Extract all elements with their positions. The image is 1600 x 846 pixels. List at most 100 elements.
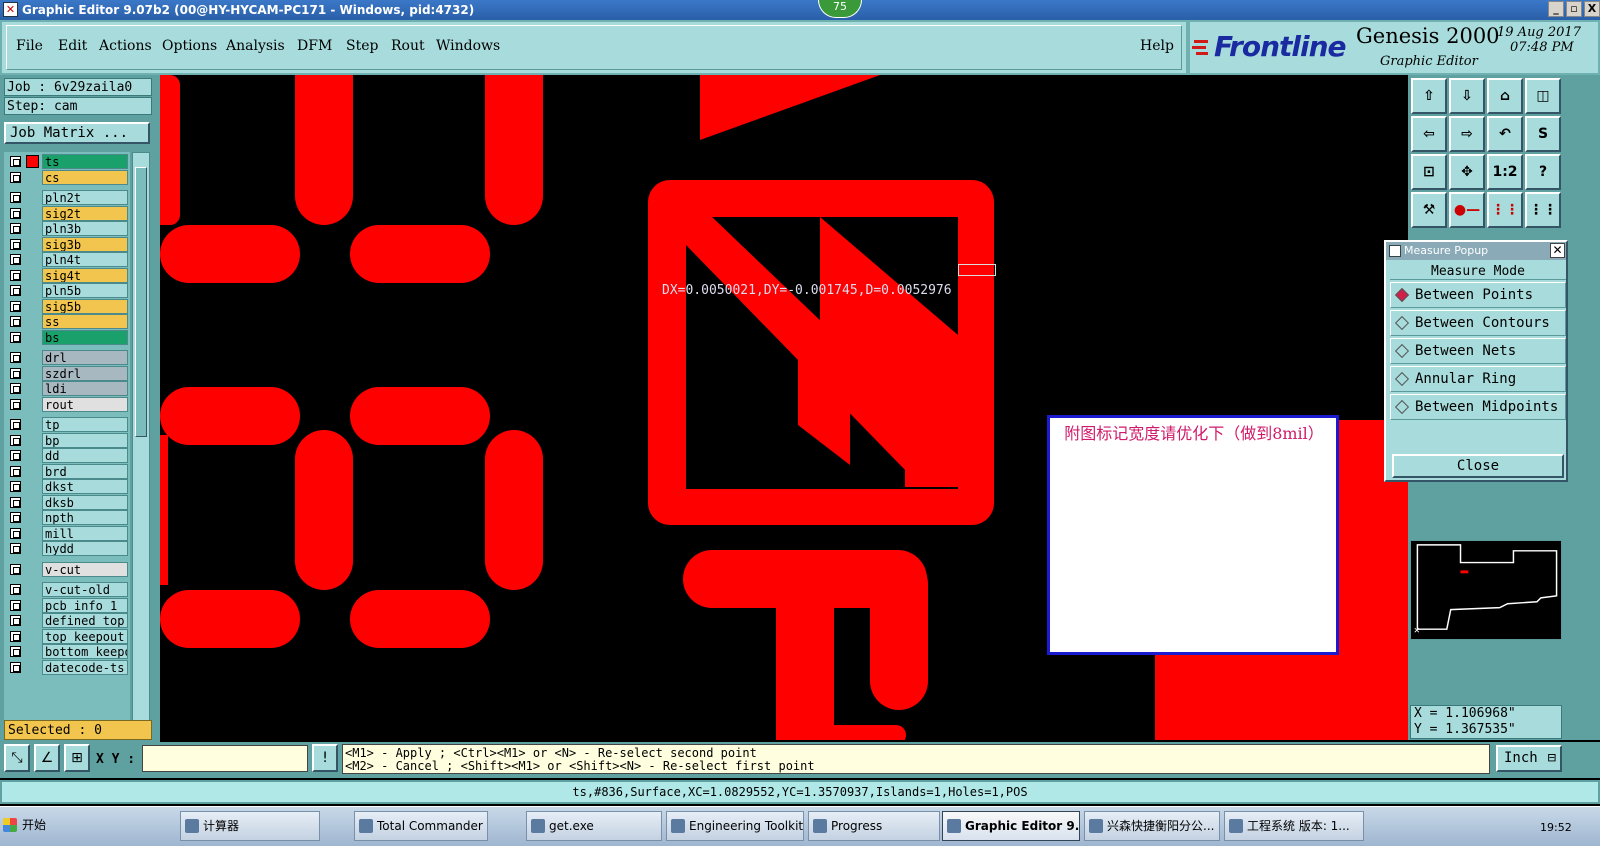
help-query-icon[interactable]: ? [1525,154,1561,190]
layer-name[interactable]: v-cut-old [42,582,128,597]
layer-name[interactable]: dksb [42,494,128,510]
redraw-icon[interactable]: S [1525,116,1561,152]
app-icon[interactable]: ✕ [3,2,18,17]
layer-checkbox[interactable] [10,512,21,523]
scroll-thumb[interactable] [135,167,147,437]
layer-checkbox[interactable] [10,563,21,575]
layer-name[interactable]: dd [42,448,128,463]
zoom-back-icon[interactable]: ↶ [1487,116,1523,152]
layer-name[interactable]: pln2t [42,190,128,205]
layer-checkbox[interactable] [10,383,21,394]
layer-row[interactable]: defined_top [6,613,128,628]
layer-name[interactable]: pln3b [42,221,128,236]
layer-name[interactable]: tp [42,417,128,432]
angle-icon[interactable]: ∠ [34,744,60,772]
menu-edit[interactable]: Edit [58,38,87,54]
snap-icon[interactable]: ⤡ [4,744,30,772]
grid-icon[interactable]: ⊞ [64,744,90,772]
layer-name[interactable]: sig4t [42,267,128,283]
layer-row[interactable]: bs [6,329,128,345]
layer-name[interactable]: bottom_keepo [42,644,128,659]
layer-row[interactable]: hydd [6,541,128,556]
layer-name[interactable]: sig3b [42,236,128,252]
layer-row[interactable]: dd [6,448,128,463]
layer-checkbox[interactable] [10,434,21,446]
layer-name[interactable]: drl [42,350,128,365]
layer-checkbox[interactable] [10,367,21,379]
layer-row[interactable]: mill [6,525,128,541]
layer-name[interactable]: szdrl [42,365,128,381]
units-select[interactable]: Inch ⊟ [1496,745,1562,772]
layer-checkbox[interactable] [10,269,21,281]
layer-checkbox[interactable] [10,254,21,265]
layer-checkbox[interactable] [10,352,21,363]
layer-row[interactable]: brd [6,463,128,479]
layer-name[interactable]: top_keepout [42,628,128,644]
layer-checkbox[interactable] [10,238,21,250]
layer-row[interactable]: sig5b [6,298,128,314]
layer-row[interactable]: top_keepout [6,628,128,644]
layer-row[interactable]: sig3b [6,236,128,252]
menu-options[interactable]: Options [162,38,217,54]
layer-checkbox[interactable] [10,661,21,673]
pan-left-icon[interactable]: ⇦ [1411,116,1447,152]
menu-dfm[interactable]: DFM [297,38,332,54]
layer-checkbox[interactable] [10,465,21,477]
popup-close-button[interactable]: Close [1392,454,1564,478]
option-annular-ring[interactable]: Annular Ring [1390,366,1566,392]
layer-name[interactable]: v-cut [42,561,128,577]
layer-row[interactable]: v-cut [6,561,128,577]
layer-checkbox[interactable] [10,419,21,430]
layer-row[interactable]: sig2t [6,205,128,221]
zoom-in-icon[interactable]: ✥ [1449,154,1485,190]
layer-name[interactable]: mill [42,525,128,541]
layer-row[interactable]: pln5b [6,283,128,298]
alert-icon[interactable]: ! [312,744,338,772]
layer-row[interactable]: cs [6,169,128,185]
task-xingsen[interactable]: 兴森快捷衡阳分公... [1084,811,1220,841]
option-between-nets[interactable]: Between Nets [1390,338,1566,364]
layer-row[interactable]: szdrl [6,365,128,381]
probe-icon[interactable]: ●— [1449,192,1485,228]
xy-input[interactable] [142,745,308,772]
scale-icon[interactable]: 1:2 [1487,154,1523,190]
layer-row[interactable]: drl [6,350,128,365]
layer-name[interactable]: sig2t [42,205,128,221]
layer-scrollbar[interactable] [132,152,150,732]
layer-name[interactable]: pcb_info_1 [42,597,128,613]
layer-name[interactable]: datecode-ts [42,659,128,675]
menu-file[interactable]: File [16,38,43,54]
layer-checkbox[interactable] [10,207,21,219]
layer-checkbox[interactable] [10,300,21,312]
layer-row[interactable]: pln3b [6,221,128,236]
layer-name[interactable]: pln4t [42,252,128,267]
layer-name[interactable]: ts [42,154,128,169]
tools-icon[interactable]: ⚒ [1411,192,1447,228]
layer-checkbox[interactable] [10,646,21,657]
job-matrix-button[interactable]: Job Matrix ... [4,122,150,144]
pan-up-icon[interactable]: ⇧ [1411,78,1447,114]
menu-step[interactable]: Step [346,38,378,54]
layer-row[interactable]: bottom_keepo [6,644,128,659]
task-calculator[interactable]: 计算器 [180,811,320,841]
option-between-points[interactable]: Between Points [1390,282,1566,308]
layer-row[interactable]: npth [6,510,128,525]
menu-analysis[interactable]: Analysis [226,38,285,54]
layer-name[interactable]: cs [42,169,128,185]
task-engineering-system[interactable]: 工程系统 版本: 1... [1224,811,1364,841]
layer-name[interactable]: brd [42,463,128,479]
layer-row[interactable]: v-cut-old [6,582,128,597]
task-progress[interactable]: Progress [808,811,940,841]
task-get-exe[interactable]: get.exe [526,811,662,841]
layer-checkbox[interactable] [10,584,21,595]
start-button[interactable]: 开始 [0,811,48,841]
layer-checkbox[interactable] [10,398,21,410]
net-list-icon[interactable]: ⋮⋮ [1525,192,1561,228]
layer-checkbox[interactable] [10,171,21,183]
layer-checkbox[interactable] [10,615,21,626]
task-total-commander[interactable]: Total Commander 7.... [354,811,488,841]
layer-row[interactable]: dkst [6,479,128,494]
minimize-button[interactable]: _ [1548,1,1564,17]
option-between-midpoints[interactable]: Between Midpoints [1390,394,1566,420]
layer-checkbox[interactable] [10,192,21,203]
